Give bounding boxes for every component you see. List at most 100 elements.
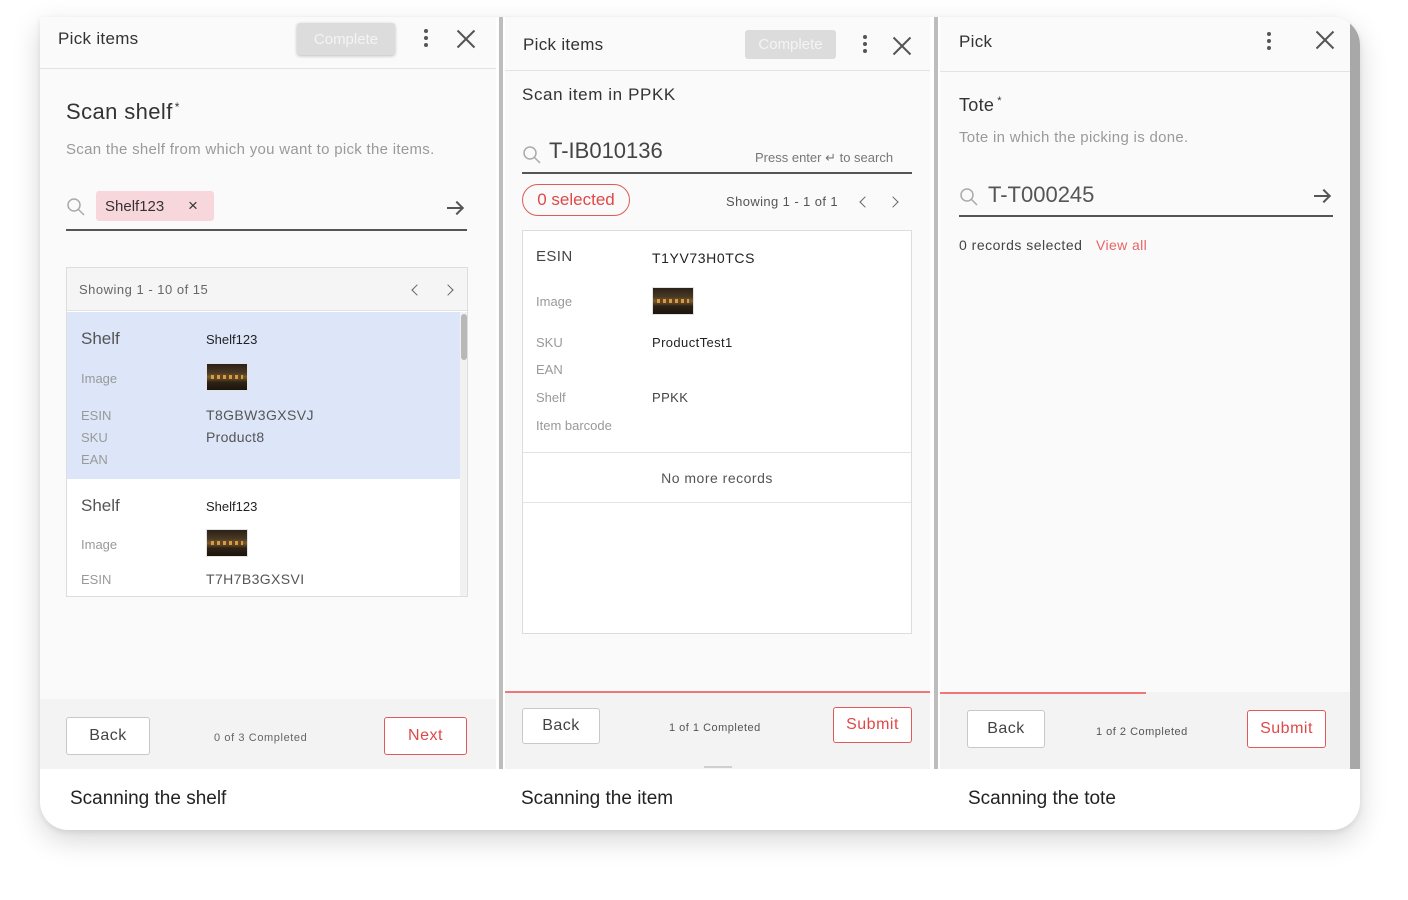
image-label: Image <box>81 371 118 386</box>
panel-header: Pick items Complete <box>40 17 496 69</box>
list-item-selected[interactable]: Shelf Shelf123 Image ESIN T8GBW3GXSVJ SK… <box>67 312 460 479</box>
panel-title: Pick items <box>58 29 139 48</box>
progress-text: 0 of 3 Completed <box>214 732 308 744</box>
search-icon <box>523 146 541 164</box>
esin-label: ESIN <box>81 572 112 587</box>
submit-button[interactable]: Submit <box>1247 710 1326 748</box>
complete-button[interactable]: Complete <box>745 30 836 59</box>
shelf-label: Shelf <box>536 390 566 405</box>
panel-edge <box>1350 17 1360 769</box>
shelf-chip: Shelf123 × <box>96 191 214 221</box>
ean-label: EAN <box>81 452 108 467</box>
item-results-list: ESIN T1YV73H0TCS Image SKU ProductTest1 … <box>522 230 912 634</box>
list-item[interactable]: Shelf Shelf123 Image ESIN T7H7B3GXSVI <box>67 479 460 596</box>
complete-button[interactable]: Complete <box>297 23 395 55</box>
pagination-label: Showing 1 - 10 of 15 <box>79 282 209 297</box>
search-icon <box>960 188 978 206</box>
panel-header: Pick items Complete <box>505 17 930 71</box>
progress-bar <box>940 692 1146 694</box>
scan-tote-panel: Pick Tote * Tote in which the picking is … <box>940 17 1352 769</box>
esin-label: ESIN <box>81 408 112 423</box>
required-mark: * <box>174 99 180 114</box>
panel-header: Pick <box>940 17 1352 72</box>
panel-divider <box>499 17 503 769</box>
sku-value: ProductTest1 <box>652 335 733 350</box>
selected-count-badge[interactable]: 0 selected <box>522 184 630 216</box>
search-icon <box>67 198 85 216</box>
shelf-value: Shelf123 <box>206 499 258 514</box>
progress-text: 1 of 2 Completed <box>1096 726 1188 738</box>
tote-heading: Tote * <box>959 95 1002 115</box>
panel-footer: Back 0 of 3 Completed Next <box>40 699 496 769</box>
scan-shelf-description: Scan the shelf from which you want to pi… <box>66 141 435 158</box>
required-mark: * <box>997 95 1002 107</box>
close-icon[interactable] <box>455 28 477 50</box>
caption-item: Scanning the item <box>521 788 674 809</box>
arrow-right-icon[interactable] <box>1314 189 1330 203</box>
esin-value: T1YV73H0TCS <box>652 250 756 266</box>
list-item[interactable]: ESIN T1YV73H0TCS Image SKU ProductTest1 … <box>523 231 911 453</box>
shelf-value: Shelf123 <box>206 332 258 347</box>
submit-button[interactable]: Submit <box>833 707 912 743</box>
close-icon[interactable] <box>891 35 913 57</box>
pagination-label: Showing 1 - 1 of 1 <box>726 194 838 209</box>
esin-value: T7H7B3GXSVI <box>206 571 305 587</box>
tote-description: Tote in which the picking is done. <box>959 129 1189 146</box>
pagination-bar: Showing 1 - 10 of 15 <box>67 268 467 311</box>
scrollbar-thumb[interactable] <box>461 314 467 360</box>
close-icon[interactable] <box>1314 29 1336 51</box>
progress-bar <box>505 691 930 693</box>
panel-footer: Back 1 of 1 Completed Submit <box>505 691 930 769</box>
scan-item-panel: Pick items Complete Scan item in PPKK T-… <box>505 17 930 769</box>
chevron-left-icon[interactable] <box>859 196 871 208</box>
product-image <box>206 363 248 391</box>
back-button[interactable]: Back <box>66 717 150 755</box>
screenshots-card: Pick items Complete Scan shelf * Scan the… <box>40 17 1360 830</box>
progress-text: 1 of 1 Completed <box>669 722 761 734</box>
arrow-right-icon[interactable] <box>447 201 463 215</box>
chevron-left-icon[interactable] <box>411 284 423 296</box>
esin-label: ESIN <box>536 248 573 265</box>
shelf-label: Shelf <box>81 329 120 348</box>
records-selected-text: 0 records selected <box>959 237 1083 253</box>
shelf-label: Shelf <box>81 496 120 515</box>
back-button[interactable]: Back <box>967 710 1045 748</box>
search-hint: Press enter ↵ to search <box>755 150 894 165</box>
sku-label: SKU <box>536 335 563 350</box>
more-options-icon[interactable] <box>1263 30 1275 54</box>
item-barcode-label: Item barcode <box>536 418 612 433</box>
tote-search-input[interactable]: T-T000245 <box>988 182 1094 208</box>
panel-footer: Back 1 of 2 Completed Submit <box>940 692 1352 769</box>
search-underline <box>959 215 1333 217</box>
chevron-right-icon[interactable] <box>887 196 899 208</box>
view-all-link[interactable]: View all <box>1096 237 1147 253</box>
esin-value: T8GBW3GXSVJ <box>206 407 314 423</box>
scan-item-subtitle: Scan item in PPKK <box>522 85 676 104</box>
product-image <box>206 529 248 557</box>
product-image <box>652 287 694 315</box>
search-underline <box>66 229 467 231</box>
next-button[interactable]: Next <box>384 717 467 755</box>
sku-value: Product8 <box>206 429 265 445</box>
caption-shelf: Scanning the shelf <box>70 788 227 809</box>
image-label: Image <box>536 294 573 309</box>
panel-title: Pick <box>959 32 993 51</box>
drag-handle[interactable] <box>704 766 732 768</box>
caption-tote: Scanning the tote <box>968 788 1116 809</box>
shelf-results-list: Showing 1 - 10 of 15 Shelf Shelf123 Imag… <box>66 267 468 597</box>
ean-label: EAN <box>536 362 563 377</box>
more-options-icon[interactable] <box>420 27 432 51</box>
image-label: Image <box>81 537 118 552</box>
search-underline <box>522 172 912 174</box>
back-button[interactable]: Back <box>522 708 600 744</box>
scan-shelf-heading: Scan shelf * <box>66 99 180 124</box>
chip-remove-icon[interactable]: × <box>188 196 198 216</box>
scrollbar[interactable] <box>460 312 467 596</box>
scan-shelf-panel: Pick items Complete Scan shelf * Scan the… <box>40 17 496 769</box>
more-options-icon[interactable] <box>859 33 871 57</box>
search-input[interactable]: T-IB010136 <box>549 138 663 164</box>
chevron-right-icon[interactable] <box>442 284 454 296</box>
sku-label: SKU <box>81 430 108 445</box>
panel-divider <box>934 17 938 769</box>
no-more-records: No more records <box>523 453 911 503</box>
